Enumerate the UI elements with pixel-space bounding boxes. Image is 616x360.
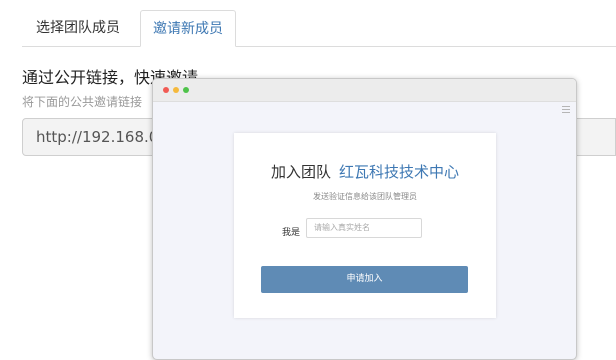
team-name: 红瓦科技技术中心: [339, 163, 460, 181]
join-team-card: 加入团队 红瓦科技技术中心 发送验证信息给该团队管理员 我是 请输入真实姓名 申请…: [234, 133, 496, 318]
tab-bar: 选择团队成员 邀请新成员: [22, 10, 616, 47]
close-dot-icon[interactable]: [163, 87, 169, 93]
join-team-title: 加入团队 红瓦科技技术中心: [234, 161, 496, 182]
maximize-dot-icon[interactable]: [183, 87, 189, 93]
tab-invite-new-members[interactable]: 邀请新成员: [140, 10, 236, 47]
invite-subtext: 将下面的公共邀请链接: [22, 95, 143, 109]
menu-icon[interactable]: [562, 106, 570, 113]
tab-select-members[interactable]: 选择团队成员: [22, 10, 134, 46]
minimize-dot-icon[interactable]: [173, 87, 179, 93]
join-team-prefix: 加入团队: [270, 163, 331, 181]
name-label: 我是: [282, 228, 301, 238]
join-team-description: 发送验证信息给该团队管理员: [313, 192, 417, 201]
preview-window: 加入团队 红瓦科技技术中心 发送验证信息给该团队管理员 我是 请输入真实姓名 申请…: [152, 78, 577, 360]
window-titlebar: [153, 79, 576, 102]
name-input[interactable]: 请输入真实姓名: [306, 218, 422, 238]
apply-join-button[interactable]: 申请加入: [261, 266, 468, 293]
